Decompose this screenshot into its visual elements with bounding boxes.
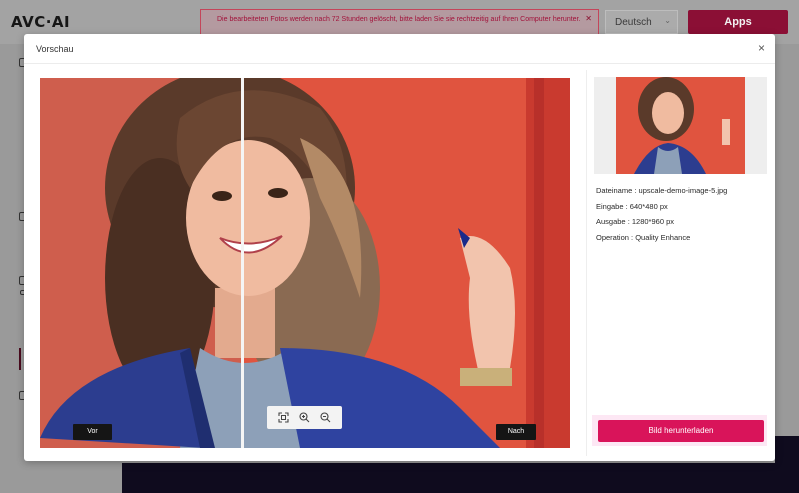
info-operation: Operation : Quality Enhance (596, 233, 690, 242)
info-filename: Dateiname : upscale-demo-image-5.jpg (596, 186, 727, 195)
download-image-button[interactable]: Bild herunterladen (598, 420, 764, 442)
info-output: Ausgabe : 1280*960 px (596, 217, 674, 226)
deletion-notice: Die bearbeiteten Fotos werden nach 72 St… (200, 9, 599, 36)
footer-band-right (775, 436, 799, 493)
modal-header: Vorschau × (24, 34, 775, 64)
portrait-photo (40, 78, 570, 448)
before-after-compare[interactable]: Vor Nach (40, 78, 570, 448)
language-select[interactable]: Deutsch ⌄ (605, 10, 678, 34)
footer-band (122, 463, 799, 493)
operation-value: Quality Enhance (635, 233, 691, 242)
apps-download-button[interactable]: Apps herunterladen (688, 10, 788, 52)
filename-key: Dateiname (596, 186, 633, 195)
close-icon[interactable]: × (758, 41, 765, 55)
sidebar-active-indicator (19, 348, 21, 370)
output-value: 1280*960 px (631, 217, 674, 226)
operation-key: Operation (596, 233, 629, 242)
modal-title: Vorschau (36, 44, 74, 54)
filename-value: upscale-demo-image-5.jpg (638, 186, 728, 195)
after-label: Nach (496, 424, 536, 440)
fit-icon[interactable] (276, 410, 292, 426)
zoom-toolbar (267, 406, 342, 429)
compare-divider-handle[interactable] (241, 78, 244, 448)
input-key: Eingabe (596, 202, 624, 211)
panel-divider (586, 70, 587, 456)
zoom-out-icon[interactable] (318, 410, 334, 426)
preview-modal: Vorschau × Vor Nach Dateiname: upscale-… (24, 34, 775, 461)
input-value: 640*480 px (629, 202, 668, 211)
output-key: Ausgabe (596, 217, 626, 226)
app-logo: AVC·AI (11, 13, 71, 31)
chevron-down-icon: ⌄ (664, 16, 671, 25)
language-select-value: Deutsch (615, 17, 652, 28)
zoom-in-icon[interactable] (297, 410, 313, 426)
deletion-notice-text: Die bearbeiteten Fotos werden nach 72 St… (217, 16, 581, 23)
notice-close-icon[interactable]: ✕ (585, 14, 592, 23)
before-label: Vor (73, 424, 112, 440)
info-input: Eingabe : 640*480 px (596, 202, 668, 211)
result-thumbnail (594, 77, 767, 174)
